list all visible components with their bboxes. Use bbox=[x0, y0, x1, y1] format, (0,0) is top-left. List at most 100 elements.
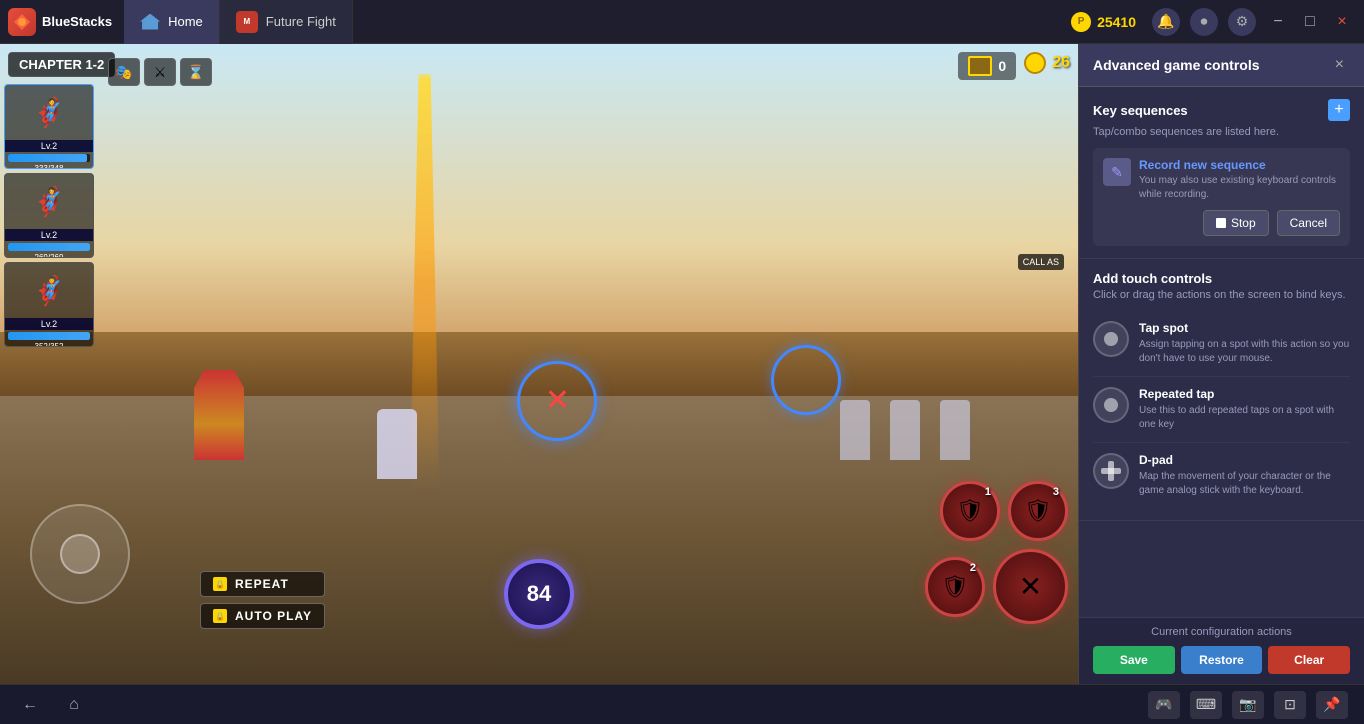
repeated-tap-desc: Use this to add repeated taps on a spot … bbox=[1139, 404, 1350, 432]
record-icon[interactable]: ⏺ bbox=[1190, 8, 1218, 36]
gamepad-icon[interactable]: 🎮 bbox=[1148, 691, 1180, 719]
panel-bottom: Current configuration actions Save Resto… bbox=[1079, 617, 1364, 684]
keyboard-icon[interactable]: ⌨ bbox=[1190, 691, 1222, 719]
mask-icon[interactable]: 🎭 bbox=[108, 58, 140, 86]
tap-spot-icon bbox=[1093, 321, 1129, 357]
skill-btn-3[interactable]: 3 🛡 bbox=[1008, 481, 1068, 541]
char-card-2[interactable]: 🦸‍♀️ Lv.2 269/269 ★★ bbox=[4, 173, 94, 258]
coin-hud-icon bbox=[1024, 52, 1046, 74]
record-title: Record new sequence bbox=[1139, 158, 1340, 172]
bluestacks-icon bbox=[8, 8, 36, 36]
window-controls: − □ × bbox=[1264, 8, 1356, 36]
game-tab-label: Future Fight bbox=[266, 14, 336, 29]
coin-hud: 26 bbox=[1024, 52, 1070, 74]
record-text: Record new sequence You may also use exi… bbox=[1139, 158, 1340, 202]
char-hp-bar-3 bbox=[8, 332, 90, 340]
timer-circle: 84 bbox=[504, 559, 574, 629]
home-tab[interactable]: Home bbox=[124, 0, 220, 44]
skill-number-3: 3 bbox=[1053, 486, 1059, 498]
repeated-tap-text: Repeated tap Use this to add repeated ta… bbox=[1139, 387, 1350, 432]
autoplay-lock-icon: 🔒 bbox=[213, 609, 227, 623]
coins-amount: 25410 bbox=[1097, 14, 1136, 30]
clock-icon[interactable]: ⌛ bbox=[180, 58, 212, 86]
game-tab[interactable]: M Future Fight bbox=[220, 0, 353, 44]
clear-button[interactable]: Clear bbox=[1268, 646, 1350, 674]
villain-figures bbox=[840, 400, 970, 460]
minimize-button[interactable]: − bbox=[1264, 8, 1292, 36]
bluestacks-logo: BlueStacks bbox=[8, 8, 112, 36]
game-hud-top: CHAPTER 1-2 🎭 ⚔ ⌛ 0 26 bbox=[8, 52, 1070, 80]
call-assist[interactable]: CALL AS bbox=[1018, 254, 1064, 270]
repeated-tap-item[interactable]: Repeated tap Use this to add repeated ta… bbox=[1093, 377, 1350, 443]
restore-button[interactable]: Restore bbox=[1181, 646, 1263, 674]
pin-icon[interactable]: 📌 bbox=[1316, 691, 1348, 719]
save-button[interactable]: Save bbox=[1093, 646, 1175, 674]
taskbar-right: 🎮 ⌨ 📷 ⊡ 📌 bbox=[1148, 691, 1348, 719]
cancel-button[interactable]: Cancel bbox=[1277, 210, 1340, 236]
notification-icon[interactable]: 🔔 bbox=[1152, 8, 1180, 36]
add-sequence-button[interactable]: + bbox=[1328, 99, 1350, 121]
dpad-cross bbox=[1101, 461, 1121, 481]
skill-btn-2[interactable]: 2 🛡 bbox=[925, 557, 985, 617]
villain-fig-1 bbox=[840, 400, 870, 460]
skill-btn-main[interactable]: ✕ bbox=[993, 549, 1068, 624]
touch-controls-desc: Click or drag the actions on the screen … bbox=[1093, 289, 1350, 301]
char-hp-text-3: 352/352 bbox=[5, 342, 93, 347]
sword-icon[interactable]: ⚔ bbox=[144, 58, 176, 86]
villain-fig-3 bbox=[940, 400, 970, 460]
char-card-3[interactable]: 🦸‍♂️ Lv.2 352/352 ★ bbox=[4, 262, 94, 347]
camera-icon[interactable]: 📷 bbox=[1232, 691, 1264, 719]
stop-icon bbox=[1216, 218, 1226, 228]
game-area[interactable]: ✕ CHAPTER 1-2 🎭 ⚔ ⌛ bbox=[0, 44, 1078, 684]
char-hp-fill-3 bbox=[8, 332, 90, 340]
skill-panel: 1 🛡 3 🛡 2 🛡 ✕ bbox=[925, 481, 1068, 624]
panel-title: Advanced game controls bbox=[1093, 57, 1260, 73]
char-hp-text-2: 269/269 bbox=[5, 253, 93, 258]
game-tab-icon: M bbox=[236, 11, 258, 33]
stop-button[interactable]: Stop bbox=[1203, 210, 1269, 236]
home-icon bbox=[140, 14, 160, 30]
panel-close-button[interactable]: × bbox=[1329, 54, 1350, 76]
char-hp-bar-2 bbox=[8, 243, 90, 251]
tap-spot-circle bbox=[1104, 332, 1118, 346]
dpad-item[interactable]: D-pad Map the movement of your character… bbox=[1093, 443, 1350, 508]
repeat-button[interactable]: 🔒 REPEAT bbox=[200, 571, 325, 597]
dpad-desc: Map the movement of your character or th… bbox=[1139, 470, 1350, 498]
title-bar: BlueStacks Home M Future Fight P 25410 🔔… bbox=[0, 0, 1364, 44]
skill-number-1: 1 bbox=[985, 486, 991, 498]
home-button[interactable]: ⌂ bbox=[60, 691, 88, 719]
dpad-icon bbox=[1093, 453, 1129, 489]
record-desc: You may also use existing keyboard contr… bbox=[1139, 174, 1340, 202]
record-icon: ✎ bbox=[1103, 158, 1131, 186]
skill-row-2: 2 🛡 ✕ bbox=[925, 549, 1068, 624]
bluestacks-name: BlueStacks bbox=[42, 14, 112, 29]
tap-spot-item[interactable]: Tap spot Assign tapping on a spot with t… bbox=[1093, 311, 1350, 377]
maximize-button[interactable]: □ bbox=[1296, 8, 1324, 36]
record-buttons: Stop Cancel bbox=[1103, 210, 1340, 236]
record-header: ✎ Record new sequence You may also use e… bbox=[1103, 158, 1340, 202]
bottom-actions: 🔒 REPEAT 🔒 AUTO PLAY bbox=[200, 571, 325, 629]
villain-fig-2 bbox=[890, 400, 920, 460]
game-icons-strip: 🎭 ⚔ ⌛ bbox=[108, 58, 212, 86]
joystick-area[interactable] bbox=[30, 504, 130, 604]
settings-icon[interactable]: ⚙ bbox=[1228, 8, 1256, 36]
coin-icon: P bbox=[1071, 12, 1091, 32]
auto-play-button[interactable]: 🔒 AUTO PLAY bbox=[200, 603, 325, 629]
screen-icon[interactable]: ⊡ bbox=[1274, 691, 1306, 719]
skill-number-2: 2 bbox=[970, 562, 976, 574]
char-card-1[interactable]: 🦸 Lv.2 333/348 ★★ bbox=[4, 84, 94, 169]
iron-man-figure bbox=[194, 370, 244, 460]
back-button[interactable]: ← bbox=[16, 691, 44, 719]
close-button[interactable]: × bbox=[1328, 8, 1356, 36]
right-panel: Advanced game controls × Key sequences +… bbox=[1078, 44, 1364, 684]
skill-row-1: 1 🛡 3 🛡 bbox=[940, 481, 1068, 541]
bg-sky bbox=[0, 44, 1078, 332]
skill-btn-1[interactable]: 1 🛡 bbox=[940, 481, 1000, 541]
cargo-indicator: 0 bbox=[958, 52, 1016, 80]
char-avatar-3: 🦸‍♂️ bbox=[5, 263, 93, 318]
record-box: ✎ Record new sequence You may also use e… bbox=[1093, 148, 1350, 246]
joystick-inner bbox=[60, 534, 100, 574]
dpad-text: D-pad Map the movement of your character… bbox=[1139, 453, 1350, 498]
char-avatar-2: 🦸‍♀️ bbox=[5, 174, 93, 229]
char-hp-bar-1 bbox=[8, 154, 90, 162]
